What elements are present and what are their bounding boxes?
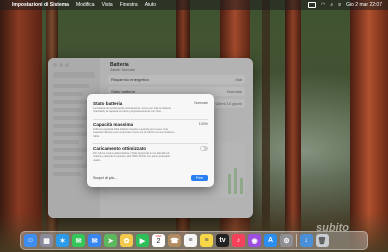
contacts-icon[interactable]: ☎: [168, 234, 181, 247]
optimized-charging-description: Per ridurre l'usura della batteria, il M…: [93, 152, 171, 162]
menu-bar: Impostazioni di Sistema Modifica Vista F…: [0, 0, 388, 10]
maps-glyph: ➤: [107, 237, 114, 245]
battery-status-title: Stato batteria: [93, 101, 123, 106]
podcasts-glyph: ◉: [251, 237, 258, 245]
optimized-charging-toggle[interactable]: [200, 146, 208, 151]
downloads-icon[interactable]: ↓: [299, 234, 313, 247]
appstore-icon[interactable]: A: [264, 234, 277, 247]
mail-glyph: ✉: [91, 237, 98, 245]
menu-window[interactable]: Finestra: [120, 2, 138, 8]
battery-status-description: La batteria sta funzionando normalmente.…: [93, 107, 171, 114]
settings-glyph: ⚙: [283, 237, 290, 245]
menu-edit[interactable]: Modifica: [76, 2, 95, 8]
battery-status-icon[interactable]: [308, 2, 317, 8]
menu-clock[interactable]: Gio 2 mar 22:07: [346, 2, 382, 8]
max-capacity-description: Indica la capacità della batteria rispet…: [93, 128, 175, 138]
photos-icon[interactable]: ✿: [120, 234, 133, 247]
watermark-logo: subito: [316, 222, 349, 234]
search-icon[interactable]: ⌕: [330, 2, 333, 8]
learn-more-button[interactable]: Scopri di più...: [93, 176, 117, 180]
optimized-charging-title: Caricamento ottimizzato: [93, 146, 147, 151]
menu-app-name[interactable]: Impostazioni di Sistema: [12, 2, 69, 8]
calendar-day: 2: [156, 238, 161, 245]
finder-icon[interactable]: ☺: [24, 234, 37, 247]
finder-glyph: ☺: [26, 237, 35, 244]
notes-icon[interactable]: ≡: [200, 234, 213, 247]
battery-status-value: Normale: [194, 101, 208, 105]
mail-icon[interactable]: ✉: [88, 234, 101, 247]
music-icon[interactable]: ♪: [232, 234, 245, 247]
facetime-icon[interactable]: ▶: [136, 234, 149, 247]
podcasts-icon[interactable]: ◉: [248, 234, 261, 247]
trash-glyph: 🗑: [317, 237, 327, 245]
tv-glyph: tv: [219, 237, 226, 244]
safari-icon[interactable]: ✶: [56, 234, 69, 247]
notes-glyph: ≡: [204, 237, 209, 244]
launchpad-icon[interactable]: ▦: [40, 234, 53, 247]
max-capacity-section: Capacità massima 100% Indica la capacità…: [93, 122, 208, 138]
control-center-icon[interactable]: ≡: [338, 2, 341, 8]
battery-health-sheet: Stato batteria Normale La batteria sta f…: [87, 94, 214, 187]
downloads-glyph: ↓: [304, 237, 308, 244]
appstore-glyph: A: [267, 237, 274, 244]
launchpad-glyph: ▦: [43, 237, 50, 245]
messages-icon[interactable]: ✉: [72, 234, 85, 247]
divider: [93, 119, 208, 120]
contacts-glyph: ☎: [170, 237, 179, 245]
max-capacity-title: Capacità massima: [93, 122, 134, 127]
divider: [93, 143, 208, 144]
tv-icon[interactable]: tv: [216, 234, 229, 247]
menu-view[interactable]: Vista: [102, 2, 113, 8]
reminders-glyph: ≡: [188, 237, 193, 244]
optimized-charging-section: Caricamento ottimizzato Per ridurre l'us…: [93, 146, 208, 162]
facetime-glyph: ▶: [139, 237, 146, 245]
calendar-icon[interactable]: MAR 2: [152, 234, 165, 247]
menu-help[interactable]: Aiuto: [145, 2, 156, 8]
max-capacity-value: 100%: [198, 122, 208, 126]
trash-icon[interactable]: 🗑: [315, 234, 329, 247]
safari-glyph: ✶: [59, 237, 66, 245]
photos-glyph: ✿: [123, 237, 130, 245]
wifi-icon[interactable]: ◠: [321, 2, 325, 8]
reminders-icon[interactable]: ≡: [184, 234, 197, 247]
music-glyph: ♪: [236, 237, 241, 244]
done-button[interactable]: Fine: [191, 175, 208, 181]
dock-separator: [296, 234, 297, 247]
maps-icon[interactable]: ➤: [104, 234, 117, 247]
settings-icon[interactable]: ⚙: [280, 234, 293, 247]
battery-status-section: Stato batteria Normale La batteria sta f…: [93, 101, 208, 114]
messages-glyph: ✉: [75, 237, 82, 245]
